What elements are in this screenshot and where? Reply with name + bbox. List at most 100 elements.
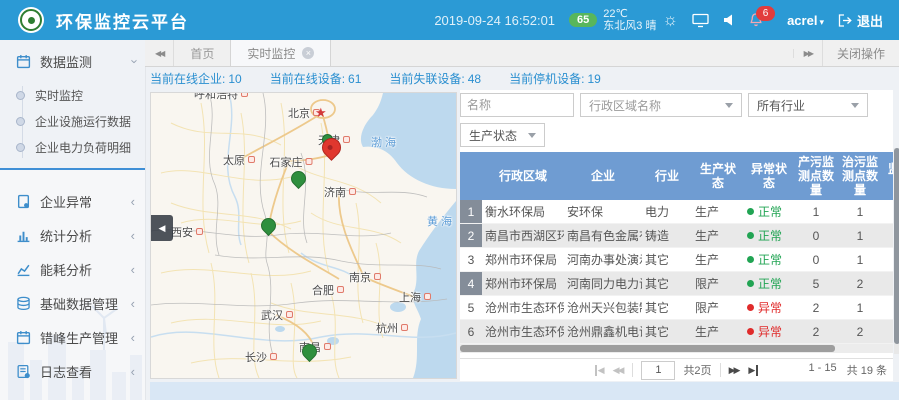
column-header[interactable]: 行政区域 [482,152,564,200]
column-header[interactable]: 生产状态 [692,152,744,200]
bullet-icon [16,117,25,126]
horizontal-scrollbar-thumb[interactable] [460,345,835,352]
region-select[interactable]: 行政区域名称 [580,93,742,117]
sidebar-group-staggered-production[interactable]: 错峰生产管理 [0,320,145,354]
logout-icon [838,14,852,27]
table-row[interactable]: 2南昌市西湖区环保南昌有色金属有限铸造生产 正常 010 [460,224,893,248]
chevron-down-icon [528,133,536,138]
production-status-select[interactable]: 生产状态 [460,123,545,147]
wind-weather: 东北风3 晴 [603,20,656,32]
sidebar-group-energy-analysis[interactable]: 能耗分析 [0,252,145,286]
table-header-row: 行政区域 企业 行业 生产状态 异常状态 产污监测点数量 治污监测点数量 监测点… [460,152,893,200]
sidebar-group-label: 基础数据管理 [40,294,118,313]
sidebar-group-log-view[interactable]: 日志查看 [0,354,145,388]
stat-lost-devices: 当前失联设备:48 [389,70,481,87]
map-city-label: 石家庄 [270,154,313,170]
calendar-icon [16,330,31,345]
last-page-icon[interactable]: ▶ [748,365,758,376]
sidebar-item-facility-data[interactable]: 企业设施运行数据 [0,108,145,134]
tab-label: 实时监控 [247,45,295,62]
table-row[interactable]: 4郑州市环保局河南同力电力设计其它限产 正常 525 [460,272,893,296]
column-header[interactable]: 治污监测点数量 [838,152,882,200]
notification-bell-icon[interactable]: 6 [749,13,763,28]
speaker-icon[interactable] [723,14,735,26]
sidebar-group-basic-data[interactable]: 基础数据管理 [0,286,145,320]
sidebar-group-enterprise-abnormal[interactable]: 企业异常 [0,184,145,218]
app-logo-icon [18,7,44,33]
app-title: 环保监控云平台 [56,8,189,33]
map-marker-red-star[interactable] [315,104,327,122]
table-row[interactable]: 1衡水环保局安环保电力生产 正常 110 [460,200,893,224]
stat-stopped-devices: 当前停机设备:19 [509,70,601,87]
aqi-badge: 65 [569,13,597,27]
map-collapse-button[interactable] [151,215,173,241]
table-row[interactable]: 3郑州市环保局河南办事处演示其它生产 正常 010 [460,248,893,272]
map-city-label: 西安 [171,224,203,240]
calendar-icon [16,54,31,69]
prev-page-icon[interactable]: ◀◀ [613,365,625,376]
sidebar-group-statistics[interactable]: 统计分析 [0,218,145,252]
tab-realtime-monitor[interactable]: 实时监控 × [230,40,331,66]
sidebar-item-label: 实时监控 [35,87,83,104]
map-canvas[interactable]: 呼和浩特北京天津太原石家庄济南西安南京合肥上海武汉杭州长沙南昌渤海黄海 [150,92,457,379]
notification-count-badge[interactable]: 6 [756,6,775,21]
table-row[interactable]: 6沧州市生态环保局沧州鼎鑫机电设备其它生产 异常 224 [460,320,893,344]
status-text: 异常 [758,301,782,315]
sidebar-item-label: 企业电力负荷明细 [35,139,131,156]
status-dot [747,328,754,335]
map-city-label: 武汉 [261,307,293,323]
status-dot [747,208,754,215]
column-header[interactable]: 行业 [642,152,692,200]
status-dot [747,232,754,239]
table-row[interactable]: 5沧州市生态环保局沧州天兴包装制品其它限产 异常 213 [460,296,893,320]
monitor-icon[interactable] [692,13,709,28]
sidebar-item-realtime-monitor[interactable]: 实时监控 [0,82,145,108]
sidebar-group-data-monitoring[interactable]: 数据监测 [0,44,145,78]
map-city-label: 太原 [223,152,255,168]
vertical-scrollbar[interactable] [894,148,899,354]
status-text: 正常 [758,229,782,243]
top-header: 环保监控云平台 2019-09-24 16:52:01 65 22℃ 东北风3 … [0,0,899,40]
tab-home[interactable]: 首页 [174,40,230,66]
stat-online-enterprises: 当前在线企业:10 [150,70,242,87]
map-city-label: 长沙 [245,349,277,365]
tab-close-icon[interactable]: × [302,47,314,59]
next-page-icon[interactable]: ▶▶ [729,365,741,376]
page-number-input[interactable] [641,361,675,380]
map-city-label: 杭州 [376,320,408,336]
column-header[interactable]: 企业 [564,152,642,200]
bullet-icon [16,143,25,152]
chevron-left-icon [131,297,135,310]
map-marker-green-pin[interactable] [258,215,279,236]
bar-chart-icon [16,228,31,243]
column-header-index [460,152,482,200]
tabs-scroll-right-icon[interactable]: ▶▶ [793,49,822,58]
first-page-icon[interactable]: ◀ [595,365,605,376]
user-menu[interactable]: acrel▾ [787,13,824,28]
sidebar-item-power-detail[interactable]: 企业电力负荷明细 [0,134,145,160]
name-search-input[interactable] [460,93,574,117]
map-marker-green-pin[interactable] [288,168,309,189]
column-header[interactable]: 异常状态 [744,152,794,200]
horizontal-scrollbar[interactable] [460,344,893,353]
column-header[interactable]: 监测点运行 [882,152,893,200]
sidebar-group-label: 错峰生产管理 [40,328,118,347]
status-dot [747,280,754,287]
column-header[interactable]: 产污监测点数量 [794,152,838,200]
monitor-panel: 行政区域名称 所有行业 生产状态 行政区域 企业 行业 生产状态 异常状态 产污… [460,90,893,380]
sidebar-group-label: 企业异常 [40,192,92,211]
close-operations-menu[interactable]: 关闭操作 [822,40,899,66]
chevron-down-icon [725,103,733,108]
sidebar-submenu: 实时监控 企业设施运行数据 企业电力负荷明细 [0,78,145,168]
tabs-scroll-left-icon[interactable]: ◀◀ [145,40,174,66]
status-text: 正常 [758,253,782,267]
temperature: 22℃ [603,8,656,20]
status-text: 正常 [758,205,782,219]
vertical-scrollbar-thumb[interactable] [894,148,899,344]
database-icon [16,296,31,311]
industry-select[interactable]: 所有行业 [748,93,868,117]
total-rows-label: 共 19 条 [847,362,887,378]
logout-button[interactable]: 退出 [838,11,883,30]
chevron-left-icon [131,229,135,242]
chevron-down-icon [131,55,135,68]
